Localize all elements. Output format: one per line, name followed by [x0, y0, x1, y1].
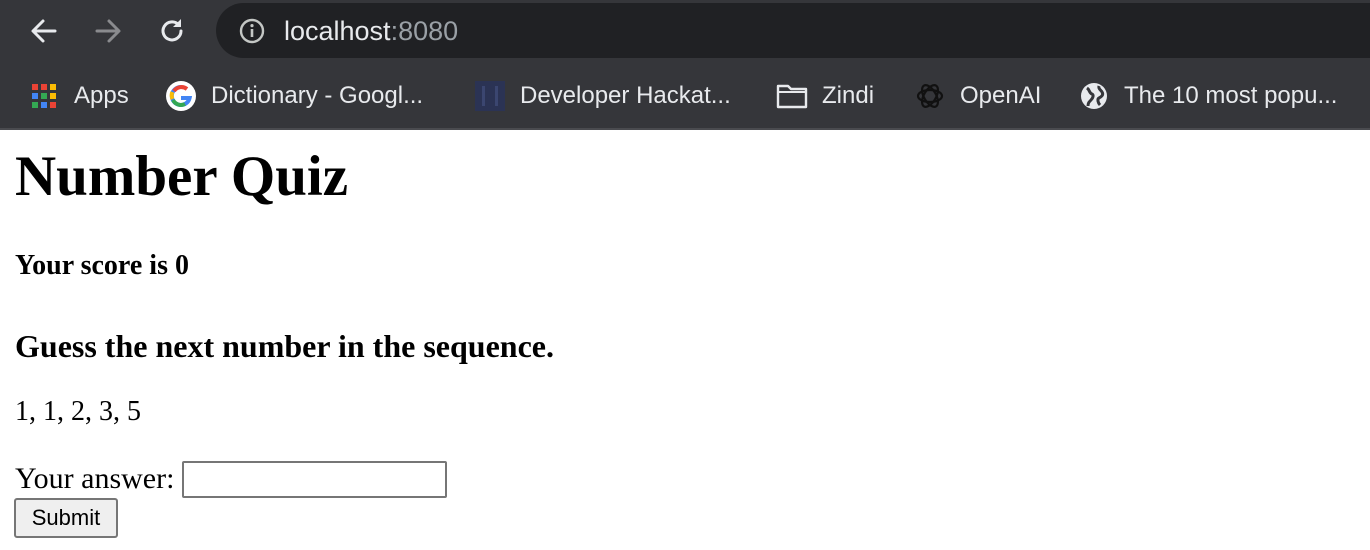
- apps-grid-icon: [28, 80, 60, 112]
- url-text[interactable]: localhost:8080: [284, 16, 458, 46]
- url-port: :8080: [390, 16, 459, 46]
- browser-toolbar: localhost:8080: [0, 0, 1370, 62]
- bookmark-label: Apps: [74, 82, 129, 109]
- bookmark-developer-hackathon[interactable]: Developer Hackat...: [474, 78, 731, 114]
- page-content: Number Quiz Your score is 0 Guess the ne…: [0, 130, 1370, 550]
- info-icon[interactable]: [238, 17, 266, 45]
- answer-input[interactable]: [182, 460, 448, 498]
- globe-icon: [1078, 80, 1110, 112]
- bookmark-label: Developer Hackat...: [520, 82, 731, 109]
- bookmark-label: Zindi: [822, 82, 875, 109]
- score-text: Your score is 0: [15, 250, 189, 281]
- page-title: Number Quiz: [15, 145, 349, 208]
- forward-button[interactable]: [86, 10, 130, 52]
- google-icon: [165, 80, 197, 112]
- instruction-heading: Guess the next number in the sequence.: [15, 328, 554, 364]
- openai-icon: [914, 80, 946, 112]
- folder-icon: [776, 80, 808, 112]
- bookmark-apps[interactable]: Apps: [28, 78, 129, 114]
- arrow-left-icon: [31, 19, 57, 43]
- bookmark-zindi[interactable]: Zindi: [776, 78, 874, 114]
- bookmark-label: Dictionary - Googl...: [211, 82, 424, 109]
- back-button[interactable]: [22, 10, 66, 52]
- reload-icon: [161, 19, 183, 42]
- bookmark-label: The 10 most popu...: [1124, 82, 1338, 109]
- bookmark-openai[interactable]: OpenAI: [914, 78, 1041, 114]
- answer-label: Your answer:: [15, 462, 175, 495]
- submit-button[interactable]: Submit: [14, 498, 118, 538]
- reload-button[interactable]: [150, 10, 194, 52]
- bookmark-label: OpenAI: [960, 82, 1042, 109]
- url-host: localhost: [284, 16, 391, 46]
- address-bar[interactable]: localhost:8080: [216, 3, 1370, 58]
- bookmark-dictionary[interactable]: Dictionary - Googl...: [165, 78, 423, 114]
- answer-form-row: Your answer:: [15, 460, 448, 498]
- bookmarks-bar: Apps Dictionary - Googl... Developer Hac…: [0, 62, 1370, 130]
- bookmark-top-10[interactable]: The 10 most popu...: [1078, 78, 1337, 114]
- site-favicon-icon: [474, 80, 506, 112]
- number-sequence: 1, 1, 2, 3, 5: [15, 396, 141, 427]
- arrow-right-icon: [95, 19, 121, 43]
